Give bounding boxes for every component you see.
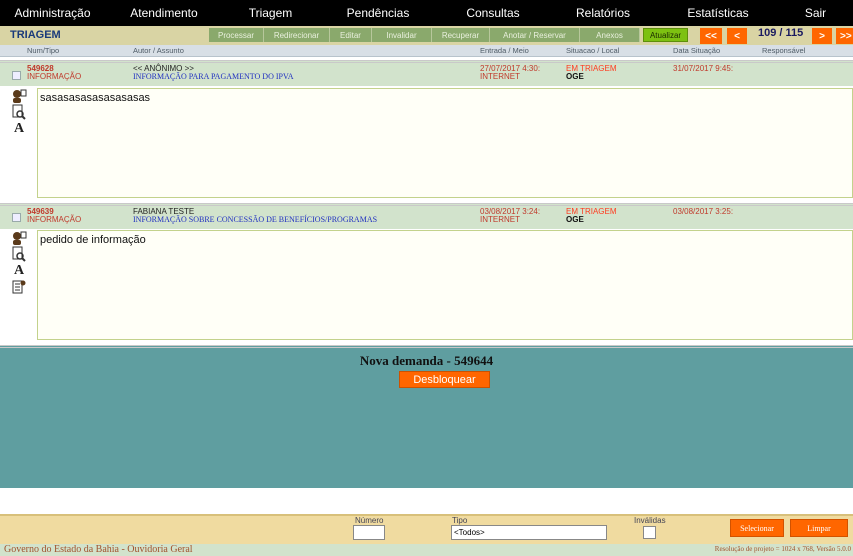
editar-button[interactable]: Editar (330, 28, 372, 42)
col-data-situacao: Data Situação (673, 46, 721, 55)
page-title: TRIAGEM (10, 29, 61, 41)
user-info-icon[interactable] (11, 230, 27, 246)
record-subject[interactable]: INFORMAÇÃO PARA PAGAMENTO DO IPVA (133, 72, 293, 81)
select-button[interactable]: Selecionar (730, 519, 784, 537)
unlock-button[interactable]: Desbloquear (399, 371, 490, 388)
tipo-label: Tipo (452, 516, 468, 525)
invalidas-label: Inválidas (634, 516, 666, 525)
footer-org: Governo do Estado da Bahia - Ouvidoria G… (4, 544, 193, 555)
record-status-date: 03/08/2017 3:25: (673, 207, 734, 216)
record-checkbox[interactable] (12, 71, 21, 80)
col-responsavel: Responsável (762, 46, 806, 55)
record-body: sasasasasasasasasas (37, 88, 853, 198)
font-icon[interactable]: A (11, 121, 27, 137)
menu-relatorios[interactable]: Relatórios (548, 6, 658, 20)
record-type: INFORMAÇÃO (27, 72, 82, 81)
record-channel: INTERNET (480, 72, 520, 81)
atualizar-button[interactable]: Atualizar (643, 28, 688, 42)
numero-label: Número (355, 516, 384, 525)
col-autor-assunto: Autor / Assunto (133, 46, 184, 55)
record-text: pedido de informação (40, 234, 146, 246)
footer-version: Resolução de projeto = 1024 x 768, Versã… (714, 545, 851, 553)
menu-consultas[interactable]: Consultas (438, 6, 548, 20)
record-checkbox[interactable] (12, 213, 21, 222)
menu-atendimento[interactable]: Atendimento (105, 6, 223, 20)
attachment-document-icon[interactable] (11, 279, 27, 295)
recuperar-button[interactable]: Recuperar (432, 28, 490, 42)
record-status-date: 31/07/2017 9:45: (673, 64, 734, 73)
prev-page-button[interactable]: < (727, 28, 747, 44)
anexos-button[interactable]: Anexos (580, 28, 640, 42)
record-counter: 109 / 115 (758, 27, 804, 39)
col-num-tipo: Num/Tipo (27, 46, 60, 55)
record-location: OGE (566, 215, 584, 224)
filter-bar (0, 514, 853, 544)
invalidas-checkbox[interactable] (643, 526, 656, 539)
anotar-reservar-button[interactable]: Anotar / Reservar (490, 28, 580, 42)
menu-sair[interactable]: Sair (778, 6, 853, 20)
search-document-icon[interactable] (11, 246, 27, 262)
next-page-button[interactable]: > (812, 28, 832, 44)
search-document-icon[interactable] (11, 104, 27, 120)
redirecionar-button[interactable]: Redirecionar (264, 28, 330, 42)
invalidar-button[interactable]: Invalidar (372, 28, 432, 42)
menu-administracao[interactable]: Administração (0, 6, 105, 20)
col-entrada-meio: Entrada / Meio (480, 46, 529, 55)
menu-triagem[interactable]: Triagem (223, 6, 318, 20)
record-type: INFORMAÇÃO (27, 215, 82, 224)
last-page-button[interactable]: >> (836, 28, 853, 44)
font-icon[interactable]: A (11, 263, 27, 279)
record-location: OGE (566, 72, 584, 81)
record-subject[interactable]: INFORMAÇÃO SOBRE CONCESSÃO DE BENEFÍCIOS… (133, 215, 377, 224)
clear-button[interactable]: Limpar (790, 519, 848, 537)
record-text: sasasasasasasasasas (40, 92, 151, 104)
col-situacao-local: Situacao / Local (566, 46, 620, 55)
menu-estatisticas[interactable]: Estatísticas (658, 6, 778, 20)
user-info-icon[interactable] (11, 88, 27, 104)
tipo-select[interactable]: <Todos> (451, 525, 607, 540)
processar-button[interactable]: Processar (209, 28, 264, 42)
menu-pendencias[interactable]: Pendências (318, 6, 438, 20)
record-body: pedido de informação (37, 230, 853, 340)
record-channel: INTERNET (480, 215, 520, 224)
first-page-button[interactable]: << (700, 28, 722, 44)
top-menu-bar: Administração Atendimento Triagem Pendên… (0, 0, 853, 26)
new-demand-title: Nova demanda - 549644 (359, 353, 494, 368)
column-header (0, 45, 853, 57)
numero-input[interactable] (353, 525, 385, 540)
